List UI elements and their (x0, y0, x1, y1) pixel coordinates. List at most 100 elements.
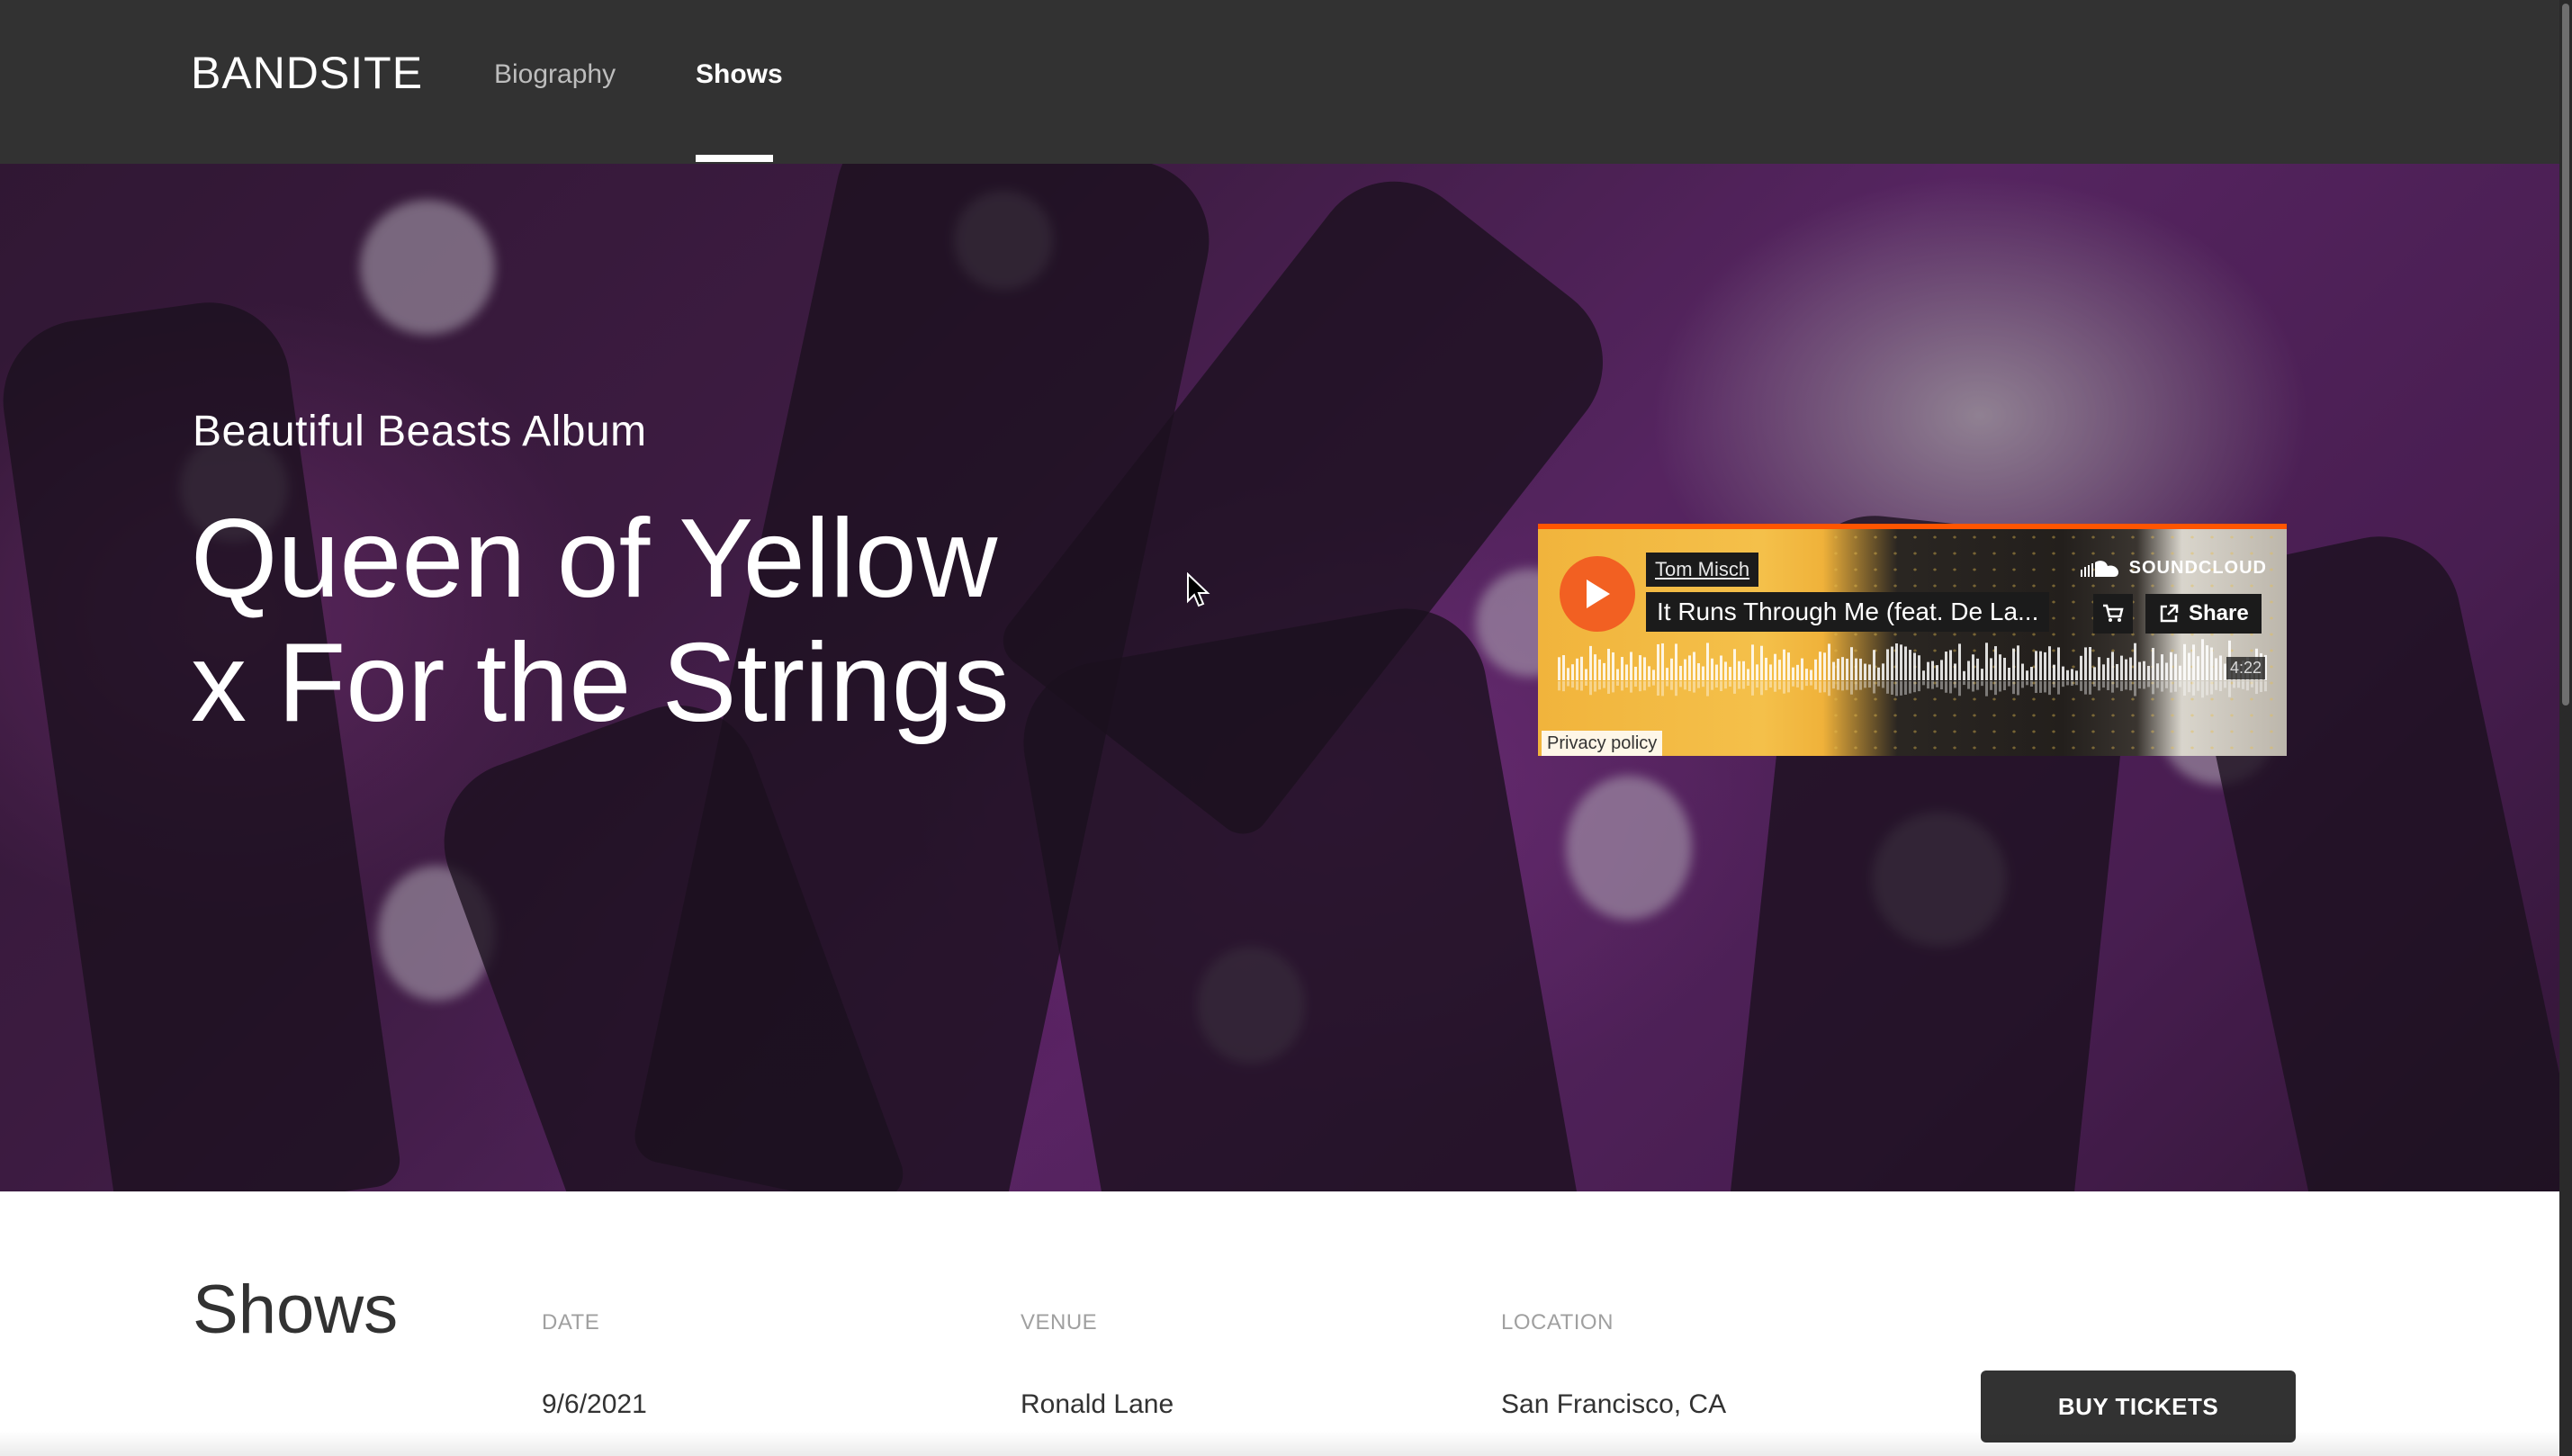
waveform-bar (1711, 658, 1713, 680)
scrollbar[interactable] (2559, 0, 2572, 1456)
track-title[interactable]: It Runs Through Me (feat. De La... (1646, 592, 2050, 632)
waveform-bar (2066, 670, 2069, 680)
waveform-bar (1697, 663, 1700, 680)
waveform[interactable] (1558, 635, 2269, 700)
bottom-shadow (0, 1431, 2559, 1456)
waveform-reflection (1837, 681, 1839, 690)
waveform-reflection (1594, 681, 1596, 692)
waveform-reflection (1711, 681, 1713, 690)
waveform-reflection (1949, 681, 1952, 694)
waveform-reflection (2003, 681, 2006, 691)
waveform-bar (1850, 647, 1853, 680)
waveform-bar (1733, 649, 1736, 680)
waveform-bar (2210, 647, 2213, 680)
waveform-bar (1562, 655, 1565, 680)
waveform-bar (1810, 670, 1812, 680)
buy-button[interactable] (2093, 594, 2133, 634)
waveform-bar (1909, 650, 1911, 680)
waveform-bar (1985, 643, 1988, 680)
waveform-reflection (1981, 681, 1983, 687)
waveform-reflection (1616, 681, 1619, 686)
waveform-reflection (1922, 681, 1925, 686)
waveform-reflection (2129, 681, 2132, 691)
nav-link-biography[interactable]: Biography (494, 59, 616, 90)
waveform-reflection (2161, 681, 2163, 692)
waveform-bar (2044, 652, 2046, 680)
nav-link-shows[interactable]: Shows (696, 59, 783, 90)
waveform-reflection (1936, 681, 1938, 688)
waveform-reflection (2233, 681, 2235, 688)
scrollbar-thumb[interactable] (2562, 4, 2569, 706)
waveform-reflection (1751, 681, 1754, 696)
waveform-reflection (1567, 681, 1569, 687)
waveform-reflection (2264, 681, 2267, 692)
waveform-reflection (2048, 681, 2051, 696)
waveform-reflection (1576, 681, 1578, 690)
waveform-reflection (1972, 681, 1974, 692)
waveform-bar (1805, 669, 1808, 680)
waveform-bar (1967, 661, 1970, 680)
waveform-bar (2107, 658, 2109, 680)
waveform-bar (1792, 667, 1794, 680)
waveform-reflection (1558, 681, 1560, 691)
artist-link[interactable]: Tom Misch (1646, 553, 1759, 587)
waveform-reflection (1940, 681, 1943, 690)
waveform-reflection (2125, 681, 2127, 690)
waveform-bar (1558, 657, 1560, 680)
waveform-reflection (1702, 681, 1704, 688)
waveform-bar (2084, 647, 2087, 680)
soundcloud-player[interactable]: Tom Misch It Runs Through Me (feat. De L… (1538, 524, 2287, 756)
waveform-bar (2129, 657, 2132, 680)
site-logo[interactable]: BANDSITE (191, 47, 423, 99)
waveform-reflection (2134, 681, 2136, 697)
waveform-reflection (1706, 681, 1709, 697)
waveform-bar (1868, 664, 1871, 680)
waveform-bar (1756, 664, 1758, 680)
waveform-bar (1895, 643, 1898, 680)
waveform-bar (1639, 655, 1641, 680)
share-button[interactable]: Share (2145, 594, 2262, 634)
waveform-bar (1679, 665, 1682, 680)
waveform-reflection (1738, 681, 1740, 689)
privacy-policy-link[interactable]: Privacy policy (1542, 731, 1663, 756)
waveform-bar (2008, 667, 2010, 680)
waveform-bar (2102, 664, 2105, 680)
waveform-reflection (1630, 681, 1632, 693)
waveform-bar (2039, 651, 2042, 680)
soundcloud-brand[interactable]: SOUNDCLOUD (2080, 558, 2267, 579)
waveform-bar (1873, 650, 1875, 680)
share-label: Share (2189, 601, 2249, 625)
waveform-bar (1891, 646, 1893, 680)
waveform-reflection (1774, 681, 1776, 692)
waveform-reflection (1864, 681, 1866, 688)
waveform-bar (1940, 660, 1943, 680)
waveform-reflection (2071, 681, 2073, 687)
waveform-reflection (2251, 681, 2253, 688)
play-button[interactable] (1560, 556, 1635, 632)
waveform-bar (1747, 669, 1749, 680)
waveform-reflection (2116, 681, 2118, 688)
waveform-reflection (2138, 681, 2141, 689)
waveform-reflection (1990, 681, 1992, 690)
waveform-reflection (1742, 681, 1745, 689)
waveform-reflection (2080, 681, 2082, 691)
waveform-reflection (1958, 681, 1961, 697)
waveform-bar (2093, 667, 2096, 680)
waveform-bar (2215, 658, 2217, 680)
waveform-bar (2080, 655, 2082, 680)
waveform-reflection (1967, 681, 1970, 689)
waveform-bar (2089, 647, 2091, 680)
waveform-bar (1715, 664, 1718, 680)
waveform-reflection (1882, 681, 1884, 688)
waveform-reflection (2111, 681, 2114, 693)
waveform-reflection (1787, 681, 1790, 693)
waveform-reflection (2201, 681, 2204, 698)
waveform-bar (2098, 657, 2100, 680)
waveform-bar (2156, 663, 2159, 680)
shows-heading: Shows (193, 1272, 399, 1348)
waveform-bar (1841, 657, 1844, 680)
waveform-reflection (1985, 681, 1988, 697)
waveform-bar (2111, 652, 2114, 680)
waveform-reflection (1693, 681, 1695, 693)
waveform-reflection (2098, 681, 2100, 691)
